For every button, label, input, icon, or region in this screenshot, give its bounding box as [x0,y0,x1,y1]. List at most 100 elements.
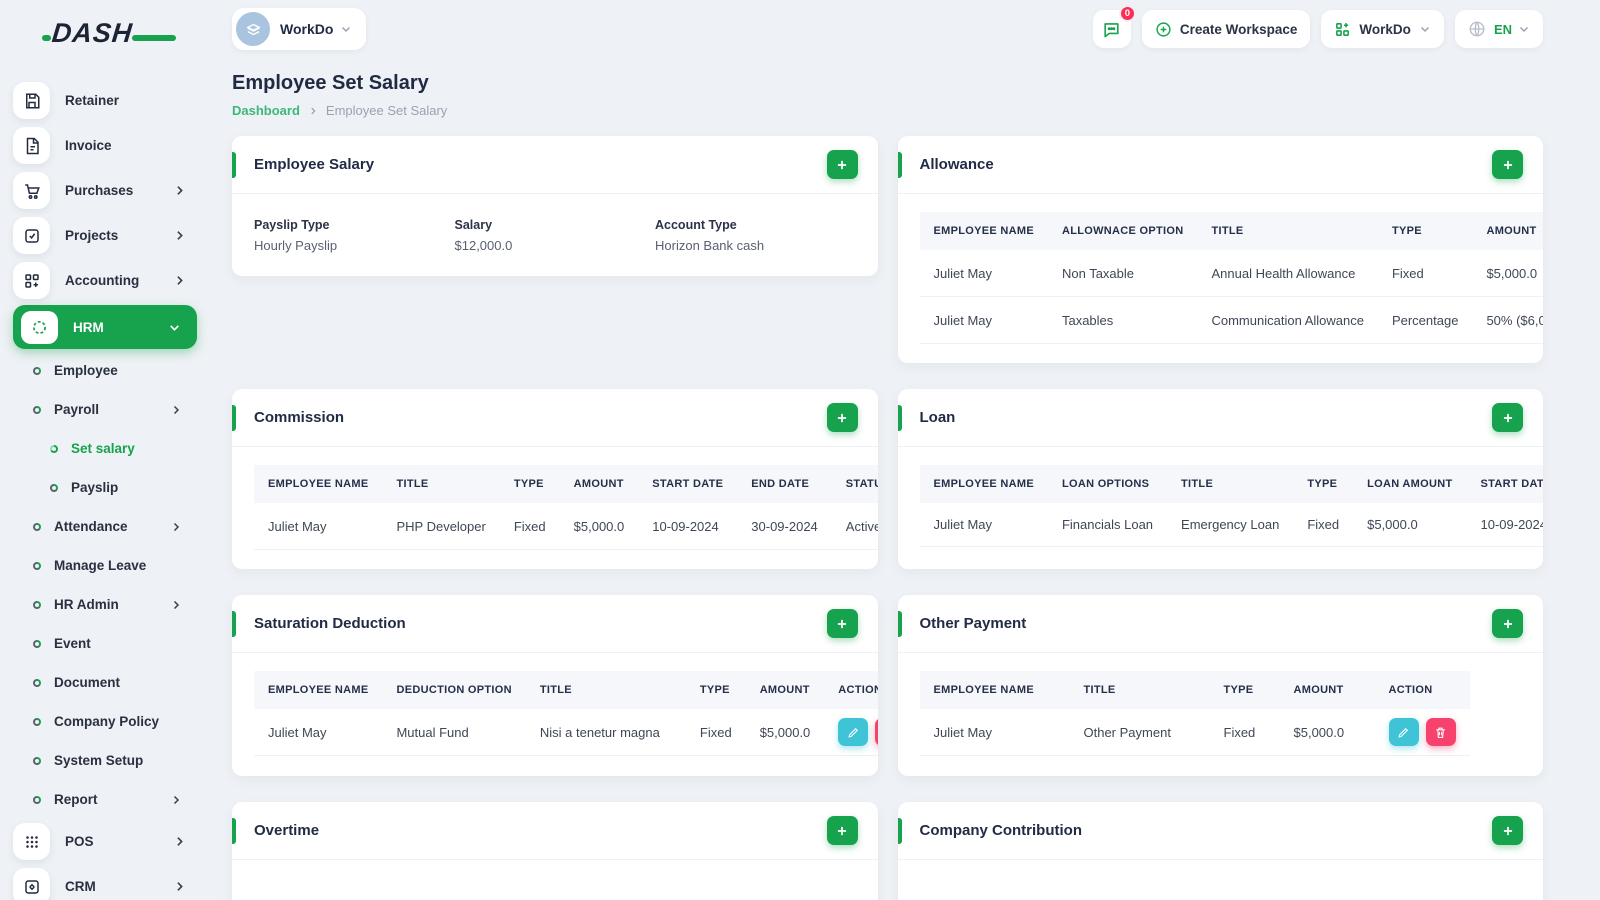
sidebar-item-event[interactable]: Event [0,624,210,663]
sidebar-item-crm[interactable]: CRM [0,864,210,900]
col-header: TYPE [685,671,746,709]
col-header: TYPE [1209,671,1280,709]
sidebar-item-label: Invoice [65,138,112,153]
breadcrumb-dashboard-link[interactable]: Dashboard [232,103,300,118]
cell-title: Communication Allowance [1197,296,1378,344]
card-accent-bar [897,818,902,844]
field-label: Account Type [655,218,737,232]
sidebar-item-hr-admin[interactable]: HR Admin [0,585,210,624]
col-header: ACTION [1374,671,1470,709]
add-allowance-button[interactable] [1492,150,1523,179]
add-loan-button[interactable] [1492,403,1523,432]
pencil-icon [848,727,858,738]
sidebar-item-document[interactable]: Document [0,663,210,702]
language-selector[interactable]: EN [1454,10,1543,48]
cell-option: Taxables [1047,296,1198,344]
workspace-name: WorkDo [280,21,334,37]
add-overtime-button[interactable] [826,816,858,845]
bullet-icon [33,717,41,726]
col-header: AMOUNT [559,465,639,503]
col-header: EMPLOYEE NAME [254,465,383,503]
messages-button[interactable]: 0 [1092,5,1136,48]
floppy-disk-icon [13,82,50,119]
col-header: EMPLOYEE NAME [254,671,383,709]
card-accent-bar [232,818,236,844]
edit-button[interactable] [1388,718,1419,746]
other-payment-card: Other Payment EMPLOYEE NAME TITLE TYPE A… [897,595,1543,776]
col-header: TITLE [1197,212,1378,250]
edit-button[interactable] [838,718,869,746]
sidebar-item-label: POS [65,834,94,849]
delete-button[interactable] [875,718,878,746]
loan-table: EMPLOYEE NAME LOAN OPTIONS TITLE TYPE LO… [919,465,1543,547]
col-header: AMOUNT [745,671,825,709]
logo-bar [132,35,176,41]
sidebar-item-label: Payslip [71,480,119,495]
field-label: Payslip Type [254,218,330,232]
add-employee-salary-button[interactable] [826,150,858,179]
sidebar-item-label: Document [54,675,121,690]
sidebar-item-label: Report [54,792,98,807]
sidebar-item-employee[interactable]: Employee [0,351,210,390]
cell-start-date: 10-09-2024 [1466,503,1543,547]
sidebar-item-label: Company Policy [54,714,160,729]
sidebar-item-report[interactable]: Report [0,780,210,819]
sidebar-item-purchases[interactable]: Purchases [0,168,210,213]
chevron-right-icon [173,229,186,242]
sidebar-item-projects[interactable]: Projects [0,213,210,258]
cell-amount: $5,000.0 [1353,503,1467,547]
col-header: TYPE [499,465,560,503]
globe-icon [1469,21,1485,37]
check-square-icon [13,217,50,254]
col-header: EMPLOYEE NAME [919,671,1070,709]
field-value: Hourly Payslip [254,238,338,253]
bullet-icon [50,483,58,492]
delete-button[interactable] [1425,718,1456,746]
chevron-right-icon [173,274,186,287]
logo-dot [42,35,51,41]
sidebar-item-hrm-active[interactable]: HRM [13,305,197,349]
sidebar-item-payroll[interactable]: Payroll [0,390,210,429]
sidebar: DASH Retainer Invoice Purchases Projects… [0,0,210,900]
add-saturation-deduction-button[interactable] [826,609,858,638]
col-header: TITLE [1167,465,1294,503]
sidebar-item-accounting[interactable]: Accounting [0,258,210,303]
bullet-icon [50,444,58,453]
cell-type: Fixed [499,503,560,550]
table-row: Juliet May Non Taxable Annual Health All… [919,250,1543,297]
card-accent-bar [897,611,902,637]
cell-title: PHP Developer [382,503,500,550]
sidebar-item-invoice[interactable]: Invoice [0,123,210,168]
table-row: Juliet May Taxables Communication Allowa… [919,296,1543,344]
workdo-menu-button[interactable]: WorkDo [1321,10,1444,48]
bullet-icon [33,561,41,570]
sidebar-item-manage-leave[interactable]: Manage Leave [0,546,210,585]
create-workspace-button[interactable]: Create Workspace [1141,10,1311,48]
col-header: EMPLOYEE NAME [919,212,1048,250]
plus-icon [1503,619,1512,628]
card-title: Other Payment [919,615,1027,632]
logo-text: DASH [50,18,135,48]
workspace-switcher[interactable]: WorkDo [232,8,367,50]
add-company-contribution-button[interactable] [1492,816,1523,845]
add-other-payment-button[interactable] [1492,609,1523,638]
sidebar-item-payslip[interactable]: Payslip [0,468,210,507]
add-commission-button[interactable] [826,403,858,432]
cell-title: Other Payment [1069,709,1210,756]
app-logo[interactable]: DASH [42,18,176,58]
page-title: Employee Set Salary [232,72,429,94]
bullet-icon [33,366,41,375]
sidebar-item-retainer[interactable]: Retainer [0,78,210,123]
cell-amount: 50% ($6,000.0) [1472,296,1543,344]
sidebar-item-set-salary-active[interactable]: Set salary [0,429,210,468]
page-head: Employee Set Salary Dashboard Employee S… [232,72,1543,118]
sidebar-item-system-setup[interactable]: System Setup [0,741,210,780]
col-header: ALLOWNACE OPTION [1047,212,1198,250]
cell-employee: Juliet May [919,503,1048,547]
employee-salary-fields: Payslip Type Hourly Payslip Salary $12,0… [232,194,878,276]
sidebar-item-attendance[interactable]: Attendance [0,507,210,546]
sidebar-item-pos[interactable]: POS [0,819,210,864]
table-row: Juliet May Other Payment Fixed $5,000.0 [919,709,1470,756]
plus-icon [1503,413,1512,422]
sidebar-item-company-policy[interactable]: Company Policy [0,702,210,741]
